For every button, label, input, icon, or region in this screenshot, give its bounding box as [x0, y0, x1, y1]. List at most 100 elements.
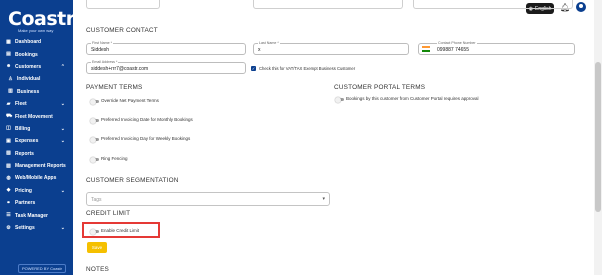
sidebar-item-billing[interactable]: ◫ Billing ⌄	[0, 123, 73, 135]
india-flag-icon[interactable]	[422, 46, 430, 52]
sidebar-item-label: Partners	[15, 200, 36, 207]
sidebar: Coastr Make your own way ▦ Dashboard ▤ Book…	[0, 0, 75, 275]
sidebar-item-label: Billing	[15, 125, 31, 132]
last-name-value: x	[258, 47, 261, 53]
sidebar-item-reports[interactable]: ▧ Reports	[0, 148, 73, 160]
sidebar-nav: ▦ Dashboard ▤ Bookings ☻ Customers ⌃ ♙ Individua…	[0, 36, 73, 234]
sidebar-item-dashboard[interactable]: ▦ Dashboard	[0, 36, 73, 48]
vat-exempt-label: Check this for VAT/TAX Exempt Business C…	[259, 66, 356, 71]
sidebar-item-settings[interactable]: ⚙ Settings ⌄	[0, 222, 73, 234]
sidebar-item-label: Fleet Movement	[15, 113, 53, 120]
chevron-down-icon: ⌄	[60, 100, 65, 107]
toggle-invoicing-day-weekly[interactable]	[90, 136, 99, 143]
sidebar-item-label: Web/Mobile Apps	[15, 175, 57, 182]
toggle-invoicing-date-monthly[interactable]	[90, 117, 99, 124]
sidebar-item-pricing[interactable]: ◆ Pricing ⌄	[0, 185, 73, 197]
logo-tagline: Make your own way	[18, 28, 54, 33]
customer-portal-terms-title: CUSTOMER PORTAL TERMS	[334, 84, 426, 91]
task-icon: ☰	[6, 212, 11, 219]
users-icon: ☻	[6, 63, 12, 70]
gear-icon: ⚙	[6, 224, 11, 231]
first-name-field[interactable]: First Name * Siddesh	[86, 41, 246, 55]
chart-icon: ▨	[6, 162, 11, 169]
building-icon: ▥	[8, 88, 13, 95]
sidebar-item-business[interactable]: ▥ Business	[0, 86, 73, 98]
email-value: siddesh+rrr7@coastr.com	[91, 66, 149, 72]
toggle-portal-approval[interactable]	[335, 96, 344, 103]
chevron-down-icon: ⌄	[60, 138, 65, 145]
sidebar-item-task-manager[interactable]: ☰ Task Manager	[0, 209, 73, 221]
powered-by-badge: POWERED BY Coastr	[18, 264, 66, 273]
sidebar-item-label: Expenses	[15, 138, 39, 145]
last-name-field[interactable]: Last Name * x	[253, 41, 409, 55]
globe-icon: ◍	[6, 174, 11, 181]
grid-icon: ▦	[6, 38, 11, 45]
first-name-value: Siddesh	[91, 47, 110, 53]
sidebar-item-label: Individual	[17, 76, 41, 83]
expenses-icon: ▣	[6, 137, 11, 144]
sidebar-item-individual[interactable]: ♙ Individual	[0, 73, 73, 85]
invoicing-day-weekly-label: Preferred Invoicing Day for Weekly Booki…	[101, 136, 191, 141]
sidebar-item-management-reports[interactable]: ▨ Management Reports	[0, 160, 73, 172]
sidebar-item-label: Bookings	[15, 51, 38, 58]
reports-icon: ▧	[6, 150, 11, 157]
toggle-override-net-payment[interactable]	[90, 98, 99, 105]
sidebar-item-label: Task Manager	[15, 212, 48, 219]
customer-segmentation-title: CUSTOMER SEGMENTATION	[86, 177, 179, 184]
payment-terms-title: PAYMENT TERMS	[86, 84, 143, 91]
toggle-enable-credit-limit[interactable]	[90, 228, 99, 235]
sidebar-item-label: Business	[17, 88, 40, 95]
calendar-icon: ▤	[6, 51, 11, 58]
phone-label: Contact Phone Number	[437, 41, 477, 45]
handshake-icon: ⚭	[6, 199, 11, 206]
sidebar-item-customers[interactable]: ☻ Customers ⌃	[0, 61, 73, 73]
cut-off-field-1[interactable]	[86, 0, 160, 9]
toggle-ring-fencing[interactable]	[90, 156, 99, 163]
sidebar-item-expenses[interactable]: ▣ Expenses ⌄	[0, 135, 73, 147]
ring-fencing-label: Ring Fencing	[101, 156, 128, 161]
sidebar-item-web-mobile-apps[interactable]: ◍ Web/Mobile Apps	[0, 172, 73, 184]
chevron-up-icon: ⌃	[60, 63, 65, 70]
chevron-down-icon: ⌄	[60, 187, 65, 194]
app-logo[interactable]: Coastr	[8, 10, 75, 29]
truck-icon: ⛟	[6, 113, 13, 120]
cut-off-field-2[interactable]	[253, 0, 403, 9]
email-field[interactable]: Email Address * siddesh+rrr7@coastr.com	[86, 60, 246, 74]
phone-field[interactable]: Contact Phone Number 099887 74655	[418, 41, 575, 55]
chevron-down-icon: ⌄	[60, 224, 65, 231]
sidebar-item-partners[interactable]: ⚭ Partners	[0, 197, 73, 209]
sidebar-item-label: Fleet	[15, 101, 27, 108]
scrollbar-thumb[interactable]	[595, 62, 601, 212]
chevron-down-icon: ⌄	[60, 125, 65, 132]
enable-credit-limit-label: Enable Credit Limit	[101, 228, 140, 233]
sidebar-item-label: Customers	[15, 63, 42, 70]
sidebar-item-label: Reports	[15, 150, 34, 157]
email-label: Email Address *	[91, 60, 119, 64]
sidebar-item-fleet[interactable]: ▰ Fleet ⌄	[0, 98, 73, 110]
credit-limit-title: CREDIT LIMIT	[86, 210, 131, 217]
main-content: CUSTOMER CONTACT First Name * Siddesh La…	[73, 0, 594, 275]
car-icon: ▰	[6, 100, 11, 107]
save-button[interactable]: Save	[87, 242, 107, 253]
tags-select[interactable]: Tags ▾	[86, 192, 330, 206]
tag-icon: ◆	[6, 187, 11, 194]
invoicing-date-monthly-label: Preferred Invoicing Date for Monthly Boo…	[101, 117, 193, 122]
last-name-label: Last Name *	[258, 41, 280, 45]
tags-placeholder: Tags	[91, 197, 102, 203]
cut-off-field-3[interactable]	[413, 0, 573, 9]
person-icon: ♙	[8, 75, 13, 82]
sidebar-item-fleet-movement[interactable]: ⛟ Fleet Movement	[0, 110, 73, 122]
vat-exempt-checkbox[interactable]: ✓	[251, 66, 256, 71]
customer-contact-title: CUSTOMER CONTACT	[86, 27, 158, 34]
sidebar-item-label: Management Reports	[15, 163, 66, 170]
chevron-down-icon: ▾	[322, 196, 325, 202]
sidebar-item-label: Dashboard	[15, 39, 42, 46]
sidebar-item-label: Pricing	[15, 187, 32, 194]
notes-title: NOTES	[86, 266, 110, 273]
first-name-label: First Name *	[91, 41, 113, 45]
portal-approval-label: Bookings by this customer from Customer …	[346, 96, 479, 101]
billing-icon: ◫	[6, 125, 11, 132]
sidebar-item-label: Settings	[15, 225, 35, 232]
sidebar-item-bookings[interactable]: ▤ Bookings	[0, 48, 73, 60]
override-net-payment-label: Override Net Payment Terms	[101, 98, 159, 103]
